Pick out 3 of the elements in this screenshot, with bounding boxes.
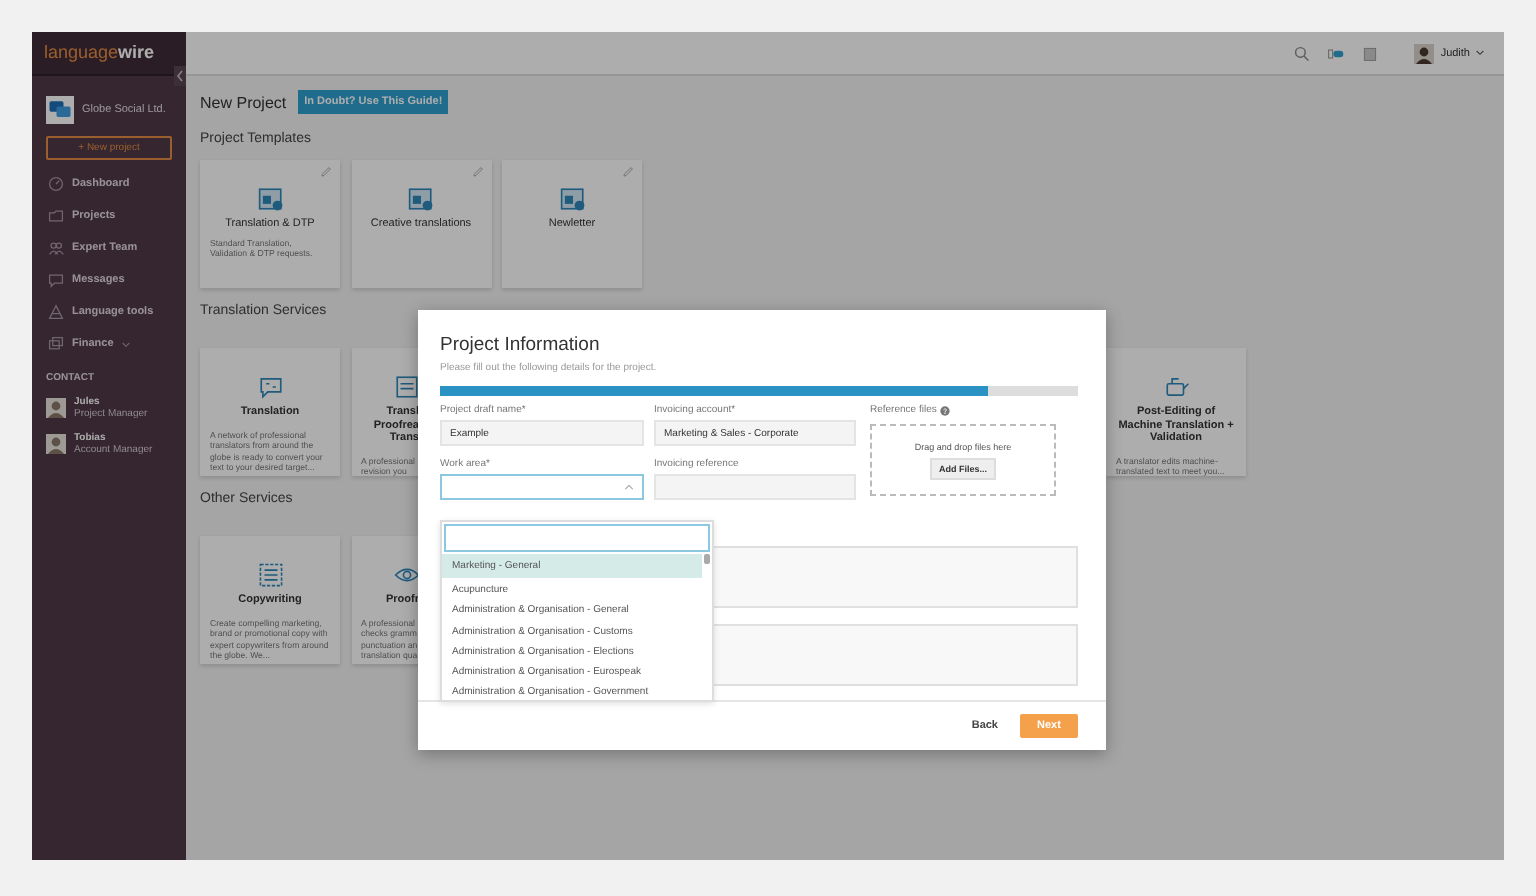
page-title: New Project (200, 93, 287, 111)
logo: languagewire (32, 32, 186, 76)
dialog-title: Project Information (440, 334, 602, 356)
